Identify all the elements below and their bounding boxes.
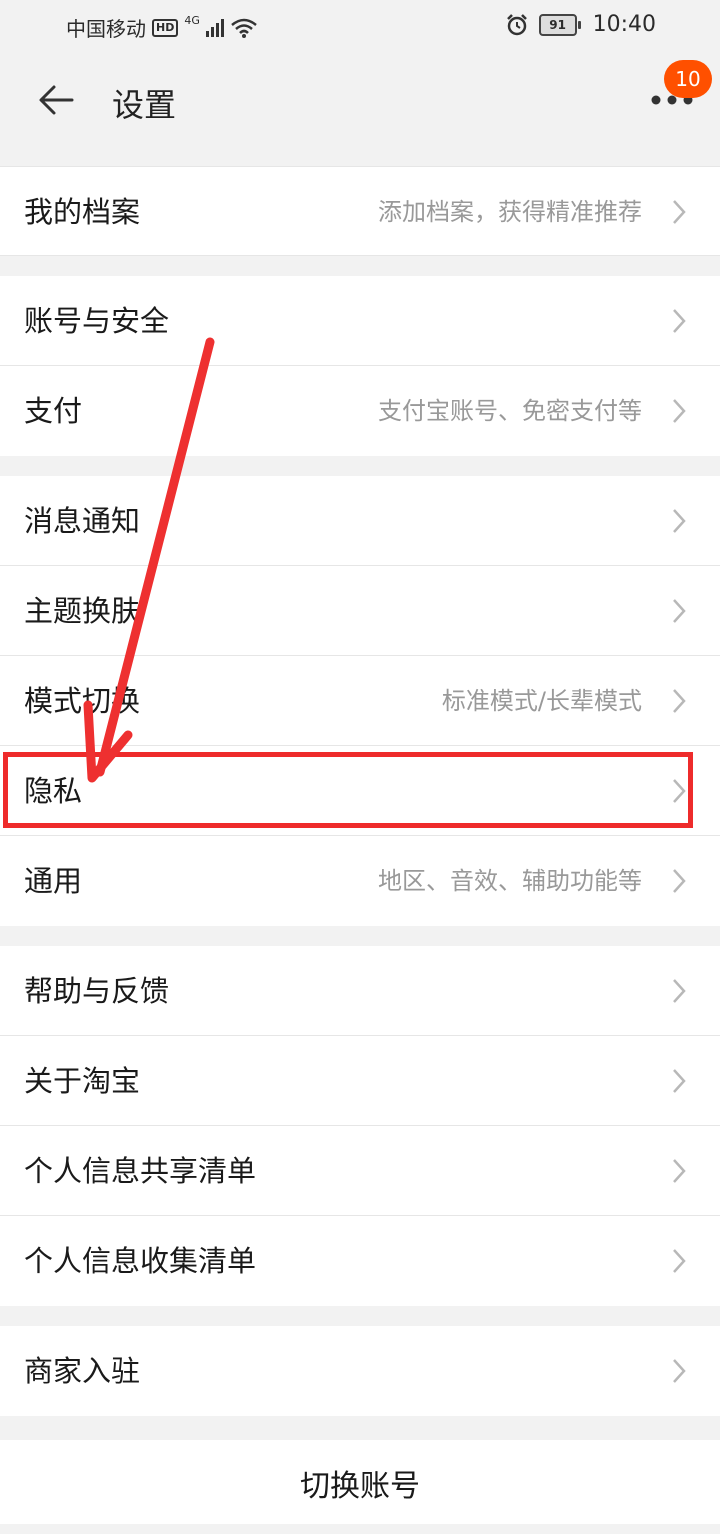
network-type: 4G xyxy=(184,14,200,27)
chevron-right-icon xyxy=(673,509,686,533)
settings-item-detail: 添加档案，获得精准推荐 xyxy=(378,198,642,226)
settings-item-merchant-join[interactable]: 商家入驻 xyxy=(0,1326,720,1416)
chevron-right-icon xyxy=(673,309,686,333)
chevron-right-icon xyxy=(673,599,686,623)
chevron-right-icon xyxy=(673,689,686,713)
settings-item-label: 帮助与反馈 xyxy=(24,974,170,1008)
settings-item-detail: 地区、音效、辅助功能等 xyxy=(378,867,642,895)
battery-icon: 91 xyxy=(538,13,581,36)
clock: 10:40 xyxy=(592,12,656,37)
settings-item-label: 消息通知 xyxy=(24,504,141,538)
settings-item-label: 商家入驻 xyxy=(24,1354,141,1388)
hd-icon: HD xyxy=(152,18,179,37)
settings-item-account-security[interactable]: 账号与安全 xyxy=(0,276,720,366)
page-title: 设置 xyxy=(112,86,177,124)
status-bar-right: 91 10:40 xyxy=(505,12,656,37)
status-bar-left: 中国移动 HD 4G xyxy=(66,13,258,42)
carrier-name: 中国移动 xyxy=(66,17,146,41)
settings-item-about[interactable]: 关于淘宝 xyxy=(0,1036,720,1126)
settings-item-label: 账号与安全 xyxy=(24,304,170,338)
status-bar: 中国移动 HD 4G 91 10:40 xyxy=(0,0,720,52)
settings-item-mode-switch[interactable]: 模式切换 标准模式/长辈模式 xyxy=(0,656,720,746)
settings-item-label: 我的档案 xyxy=(24,195,141,229)
settings-item-label: 通用 xyxy=(24,864,83,898)
settings-item-detail: 支付宝账号、免密支付等 xyxy=(378,397,642,425)
settings-item-detail: 标准模式/长辈模式 xyxy=(441,687,642,715)
wifi-icon xyxy=(231,18,257,38)
settings-item-payment[interactable]: 支付 支付宝账号、免密支付等 xyxy=(0,366,720,456)
settings-item-notifications[interactable]: 消息通知 xyxy=(0,476,720,566)
chevron-right-icon xyxy=(673,399,686,423)
settings-item-label: 主题换肤 xyxy=(24,594,141,628)
chevron-right-icon xyxy=(673,979,686,1003)
alarm-icon xyxy=(506,13,527,35)
settings-item-info-sharing-list[interactable]: 个人信息共享清单 xyxy=(0,1126,720,1216)
chevron-right-icon xyxy=(673,1069,686,1093)
settings-item-help-feedback[interactable]: 帮助与反馈 xyxy=(0,946,720,1036)
settings-item-label: 个人信息共享清单 xyxy=(24,1154,257,1188)
settings-item-label: 关于淘宝 xyxy=(24,1064,141,1098)
settings-item-label: 模式切换 xyxy=(24,684,141,718)
header: 设置 10 xyxy=(0,52,720,148)
chevron-right-icon xyxy=(673,869,686,893)
switch-account-button[interactable]: 切换账号 xyxy=(0,1440,720,1524)
highlight-box xyxy=(3,752,693,828)
settings-item-label: 个人信息收集清单 xyxy=(24,1244,257,1278)
signal-icon xyxy=(205,18,224,37)
chevron-right-icon xyxy=(673,200,686,224)
settings-item-my-profile[interactable]: 我的档案 添加档案，获得精准推荐 xyxy=(0,166,720,256)
back-arrow-icon[interactable] xyxy=(36,80,76,120)
notification-badge: 10 xyxy=(664,60,712,98)
settings-item-theme[interactable]: 主题换肤 xyxy=(0,566,720,656)
settings-item-general[interactable]: 通用 地区、音效、辅助功能等 xyxy=(0,836,720,926)
chevron-right-icon xyxy=(673,1159,686,1183)
chevron-right-icon xyxy=(673,1359,686,1383)
settings-item-info-collection-list[interactable]: 个人信息收集清单 xyxy=(0,1216,720,1306)
chevron-right-icon xyxy=(673,1249,686,1273)
settings-item-label: 支付 xyxy=(24,394,83,428)
